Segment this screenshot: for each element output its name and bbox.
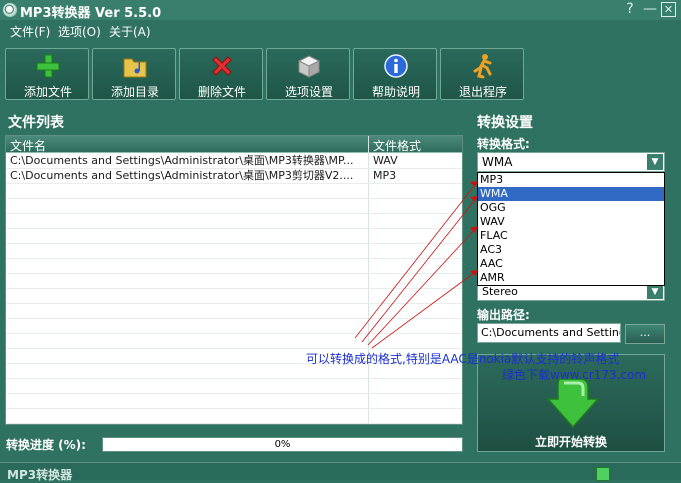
row-filename: C:\Documents and Settings\Administrator\… [10, 169, 354, 182]
format-label: 转换格式: [477, 137, 530, 151]
column-header-filename[interactable]: 文件名 [10, 137, 46, 154]
row-filename: C:\Documents and Settings\Administrator\… [10, 154, 354, 167]
empty-row [6, 228, 462, 244]
column-header-format[interactable]: 文件格式 [373, 137, 421, 154]
help-button[interactable]: 帮助说明 [353, 48, 437, 100]
status-bar: MP3转换器 [0, 462, 681, 482]
add-folder-button[interactable]: 添加目录 [92, 48, 176, 100]
app-cd-icon [3, 3, 17, 17]
empty-row [6, 198, 462, 214]
row-format: MP3 [373, 169, 397, 182]
empty-row [6, 243, 462, 259]
title-bar: MP3转换器 Ver 5.5.0 ? — ✕ [0, 0, 681, 21]
options-button[interactable]: 选项设置 [266, 48, 350, 100]
channel-value: Stereo [482, 285, 518, 298]
table-row[interactable]: C:\Documents and Settings\Administrator\… [6, 153, 462, 169]
output-path-field[interactable]: C:\Documents and Settings [477, 323, 621, 343]
progress-label: 转换进度 (%): [6, 438, 86, 452]
empty-row [6, 273, 462, 289]
info-icon [384, 54, 408, 78]
empty-row [6, 303, 462, 319]
watermark-text: 绿色下载www.cr173.com [502, 368, 647, 382]
add-plus-icon [36, 54, 60, 78]
empty-row [6, 288, 462, 304]
exit-button[interactable]: 退出程序 [440, 48, 524, 100]
delete-file-button[interactable]: 删除文件 [179, 48, 263, 100]
format-option-flac[interactable]: FLAC [478, 229, 664, 243]
help-label: 帮助说明 [371, 85, 420, 99]
format-option-ac3[interactable]: AC3 [478, 243, 664, 257]
format-option-mp3[interactable]: MP3 [478, 173, 664, 187]
format-option-ogg[interactable]: OGG [478, 201, 664, 215]
folder-music-icon [123, 58, 147, 78]
empty-row [6, 333, 462, 349]
annotation-text: 可以转换成的格式,特别是AAC是nokia默认支持的铃声格式 [306, 352, 620, 366]
empty-row [6, 183, 462, 199]
format-dropdown-list: MP3 WMA OGG WAV FLAC AC3 AAC AMR [477, 172, 665, 286]
file-list-title: 文件列表 [8, 115, 64, 131]
format-select[interactable]: WMA ▼ [477, 152, 665, 172]
chevron-down-icon[interactable]: ▼ [647, 285, 663, 299]
options-cube-icon [297, 55, 321, 78]
table-row[interactable]: C:\Documents and Settings\Administrator\… [6, 168, 462, 184]
format-option-wma[interactable]: WMA [478, 187, 664, 201]
chevron-down-icon[interactable]: ▼ [647, 154, 663, 170]
close-button[interactable]: ✕ [661, 2, 676, 17]
format-option-wav[interactable]: WAV [478, 215, 664, 229]
window-title: MP3转换器 Ver 5.5.0 [20, 6, 162, 21]
exit-label: 退出程序 [458, 85, 507, 99]
green-arrow-icon [546, 378, 600, 429]
empty-row [6, 378, 462, 394]
format-selected-value: WMA [482, 155, 513, 169]
output-path-value: C:\Documents and Settings [481, 326, 621, 339]
menu-options[interactable]: 选项(O) [58, 23, 101, 40]
add-folder-label: 添加目录 [110, 85, 159, 99]
browse-button[interactable]: ... [625, 324, 665, 344]
menu-file[interactable]: 文件(F) [10, 23, 50, 40]
format-option-amr[interactable]: AMR [478, 271, 664, 285]
output-path-label: 输出路径: [477, 308, 530, 322]
options-label: 选项设置 [284, 85, 333, 99]
delete-x-icon [212, 56, 232, 76]
empty-row [6, 393, 462, 409]
delete-file-label: 删除文件 [197, 85, 246, 99]
empty-row [6, 318, 462, 334]
empty-row [6, 258, 462, 274]
exit-runner-icon [473, 54, 492, 79]
status-text: MP3转换器 [7, 468, 73, 482]
minimize-button[interactable]: — [642, 1, 658, 18]
menu-bar: 文件(F) 选项(O) 关于(A) [0, 20, 681, 40]
row-format: WAV [373, 154, 398, 167]
progress-value: 0% [274, 439, 291, 450]
start-convert-label: 立即开始转换 [534, 435, 607, 449]
format-option-aac[interactable]: AAC [478, 257, 664, 271]
settings-title: 转换设置 [477, 115, 533, 131]
menu-about[interactable]: 关于(A) [109, 23, 151, 40]
add-file-label: 添加文件 [23, 85, 72, 99]
add-file-button[interactable]: 添加文件 [5, 48, 89, 100]
empty-row [6, 213, 462, 229]
file-list-header: 文件名 文件格式 [6, 136, 462, 153]
toolbar: 添加文件 添加目录 删除文件 选项设置 帮助说明 退出程序 [0, 44, 681, 102]
help-title-button[interactable]: ? [622, 1, 638, 18]
progress-bar: 0% [102, 437, 463, 452]
empty-row [6, 408, 462, 424]
file-list[interactable]: 文件名 文件格式 C:\Documents and Settings\Admin… [5, 135, 463, 425]
